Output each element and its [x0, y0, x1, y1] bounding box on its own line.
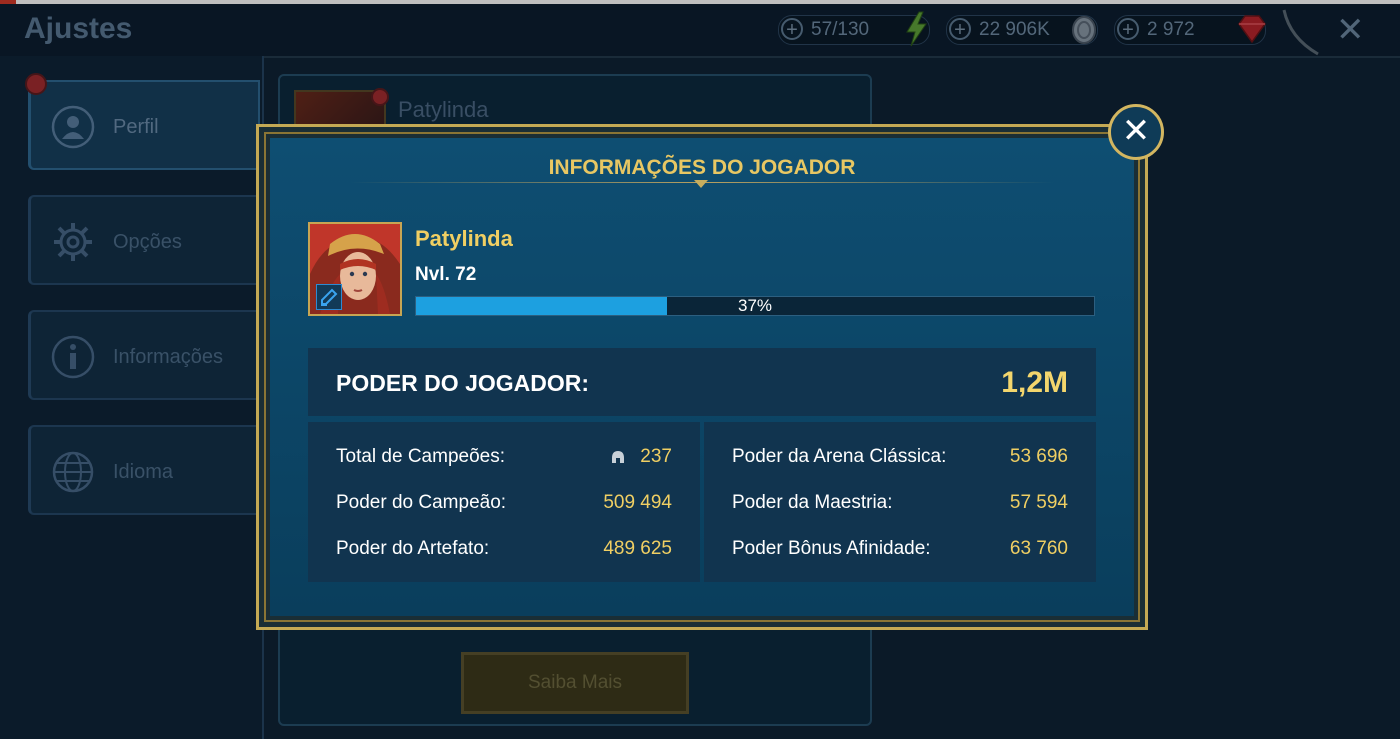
sidebar-item-label: Idioma — [113, 461, 174, 483]
stat-value: 237 — [640, 446, 672, 467]
stat-row: Poder da Maestria: 57 594 — [732, 492, 1068, 516]
gem-counter[interactable]: + 2 972 — [1114, 15, 1266, 45]
title-ornament — [694, 180, 708, 188]
close-modal-button[interactable]: ✕ — [1108, 104, 1164, 160]
divider-ornament — [1282, 9, 1319, 56]
ruby-gem-icon — [1238, 15, 1266, 44]
notification-dot — [371, 88, 389, 106]
profile-icon — [51, 105, 95, 149]
gear-icon — [54, 223, 92, 261]
stat-row: Poder do Campeão: 509 494 — [336, 492, 672, 516]
player-power-label: PODER DO JOGADOR: — [336, 370, 590, 396]
stat-label: Poder da Maestria: — [732, 492, 893, 513]
energy-counter[interactable]: + 57/130 — [778, 11, 930, 47]
modal-title: INFORMAÇÕES DO JOGADOR — [548, 156, 856, 179]
page-title: Ajustes — [24, 12, 133, 45]
stat-value: 489 625 — [603, 538, 672, 559]
stat-label: Poder do Artefato: — [336, 538, 490, 559]
energy-icon — [906, 11, 927, 47]
xp-progress-bar: 37% — [415, 296, 1095, 316]
stat-row: Poder Bônus Afinidade: 63 760 — [732, 538, 1068, 562]
notification-dot — [25, 73, 47, 95]
stat-value: 53 696 — [1009, 446, 1068, 467]
add-energy-button[interactable]: + — [781, 18, 803, 40]
profile-name: Patylinda — [398, 97, 489, 122]
player-level: Nvl. 72 — [415, 264, 477, 285]
stat-value: 57 594 — [1009, 492, 1068, 513]
silver-coin-icon — [1072, 16, 1096, 44]
stat-row: Poder do Artefato: 489 625 — [336, 538, 672, 562]
stat-label: Poder do Campeão: — [336, 492, 507, 513]
player-power-value: 1,2M — [1001, 366, 1068, 399]
player-power-section: PODER DO JOGADOR: 1,2M — [308, 348, 1096, 416]
sidebar-item-opcoes[interactable]: Opções — [28, 195, 260, 285]
sidebar-item-perfil[interactable]: Perfil — [28, 80, 260, 170]
stat-value: 63 760 — [1009, 538, 1068, 559]
stat-label: Poder Bônus Afinidade: — [732, 538, 931, 559]
info-icon — [51, 335, 95, 379]
close-settings-button[interactable]: ✕ — [1336, 10, 1365, 50]
helmet-icon — [612, 451, 624, 463]
stats-left-panel: Total de Campeões: 237 Poder do Campeão:… — [308, 422, 700, 582]
globe-icon — [52, 451, 94, 493]
learn-more-button[interactable]: Saiba Mais — [461, 652, 689, 714]
sidebar-item-informacoes[interactable]: Informações — [28, 310, 260, 400]
silver-counter[interactable]: + 22 906K — [946, 15, 1098, 45]
stat-label: Poder da Arena Clássica: — [732, 446, 947, 467]
stat-row: Poder da Arena Clássica: 53 696 — [732, 446, 1068, 470]
sidebar-item-label: Informações — [113, 346, 224, 368]
stat-value: 509 494 — [603, 492, 672, 513]
xp-percent-label: 37% — [737, 296, 773, 315]
add-gems-button[interactable]: + — [1117, 18, 1139, 40]
edit-icon — [321, 288, 338, 306]
stat-label: Total de Campeões: — [336, 446, 505, 467]
player-name: Patylinda — [415, 226, 513, 251]
stats-right-panel: Poder da Arena Clássica: 53 696 Poder da… — [704, 422, 1096, 582]
sidebar-item-label: Opções — [113, 231, 182, 253]
sidebar-item-label: Perfil — [113, 116, 159, 138]
stat-row: Total de Campeões: 237 — [336, 446, 672, 470]
add-silver-button[interactable]: + — [949, 18, 971, 40]
edit-avatar-button[interactable] — [316, 284, 342, 310]
sidebar-item-idioma[interactable]: Idioma — [28, 425, 260, 515]
